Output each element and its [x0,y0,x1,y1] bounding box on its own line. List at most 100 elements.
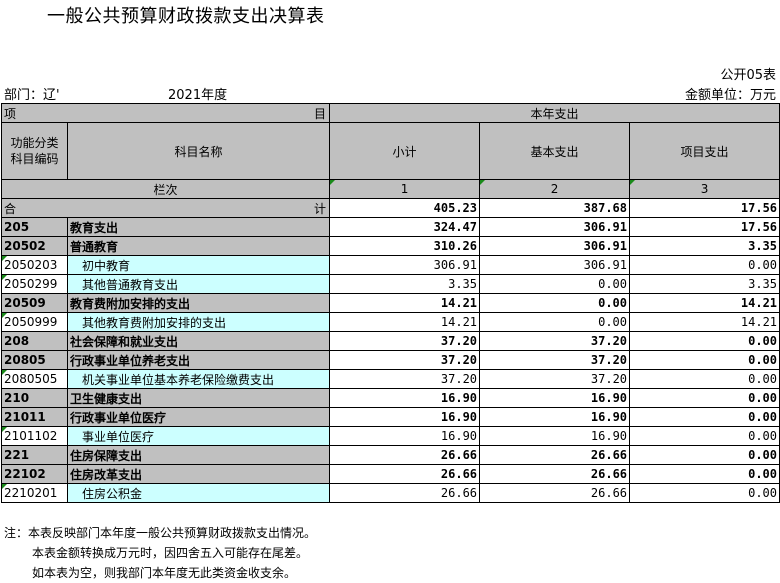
fiscal-year: 2021年度 [168,88,228,103]
header-row-2: 功能分类 科目编码 科目名称 小计 基本支出 项目支出 [1,122,780,180]
value-project: 0.00 [629,331,780,351]
subject-name: 教育费附加安排的支出 [66,293,331,313]
subject-code: 2210201 [1,483,68,503]
lanci-num-2: 2 [550,182,559,196]
table-row: 205 教育支出 324.47 306.91 17.56 [1,217,780,237]
amount-unit: 金额单位：万元 [684,88,776,103]
table-row: 2080505 机关事业单位基本养老保险缴费支出 37.20 37.20 0.00 [1,369,780,389]
total-label-left: 合 [4,201,17,216]
comment-marker-icon [2,256,7,261]
lanci-col-2: 2 [479,179,631,199]
lanci-row: 栏次 1 2 3 [0,179,780,199]
header-project: 项目支出 [629,122,780,180]
header-mu-label: 目 [314,107,327,121]
header-basic: 基本支出 [479,122,631,180]
comment-marker-icon [630,180,636,185]
comment-marker-icon [480,180,486,185]
value-subtotal: 310.26 [329,236,481,256]
comment-marker-icon [2,313,7,318]
value-basic: 16.90 [479,388,631,408]
total-project: 17.56 [629,198,780,218]
value-basic: 306.91 [479,236,631,256]
value-subtotal: 3.35 [329,274,481,294]
value-subtotal: 14.21 [329,312,481,332]
comment-marker-icon [2,275,7,280]
total-subtotal: 405.23 [329,198,481,218]
total-basic: 387.68 [479,198,631,218]
table-row: 2050203 初中教育 306.91 306.91 0.00 [1,255,780,275]
subject-code-text: 20502 [4,239,46,253]
department-label: 部门：辽' [4,88,60,103]
subject-code: 221 [1,445,68,465]
value-project: 0.00 [629,407,780,427]
comment-marker-icon [2,370,7,375]
subject-code: 2050203 [1,255,68,275]
subject-code: 210 [1,388,68,408]
subject-code-text: 20805 [4,353,46,367]
value-project: 0.00 [629,369,780,389]
value-basic: 37.20 [479,369,631,389]
value-project: 0.00 [629,255,780,275]
value-project: 0.00 [629,350,780,370]
subject-name: 普通教育 [66,236,331,256]
value-project: 0.00 [629,388,780,408]
lanci-col-3: 3 [629,179,780,199]
subject-code: 2050999 [1,312,68,332]
table-row: 22102 住房改革支出 26.66 26.66 0.00 [1,464,780,484]
value-project: 14.21 [629,293,780,313]
expenditure-table: 项 目 本年支出 功能分类 科目编码 科目名称 小计 基本支出 项目支出 栏次 … [0,103,780,503]
header-row-1: 项 目 本年支出 [0,103,780,123]
value-project: 3.35 [629,236,780,256]
value-basic: 0.00 [479,274,631,294]
subject-code-text: 22102 [4,467,46,481]
subject-code: 20509 [1,293,68,313]
value-subtotal: 324.47 [329,217,481,237]
note-1: 注：本表反映部门本年度一般公共预算财政拨款支出情况。 [4,526,317,540]
subject-name: 住房公积金 [66,483,331,503]
form-number: 公开05表 [720,68,776,83]
header-item-cell: 项 目 [0,103,331,123]
header-name: 科目名称 [66,122,331,180]
table-row: 20509 教育费附加安排的支出 14.21 0.00 14.21 [1,293,780,313]
total-label-cell: 合 计 [0,198,331,218]
table-row: 20502 普通教育 310.26 306.91 3.35 [1,236,780,256]
comment-marker-icon [2,427,7,432]
total-label-right: 计 [314,202,327,216]
subject-code-text: 221 [4,448,30,462]
subject-code: 2050299 [1,274,68,294]
subject-code-text: 2101102 [4,429,58,443]
table-row: 2050299 其他普通教育支出 3.35 0.00 3.35 [1,274,780,294]
value-project: 17.56 [629,217,780,237]
subject-code-text: 2050299 [4,277,58,291]
subject-name: 机关事业单位基本养老保险缴费支出 [66,369,331,389]
note-3: 如本表为空，则我部门本年度无此类资金收支余。 [32,566,297,580]
value-project: 3.35 [629,274,780,294]
header-subtotal: 小计 [329,122,481,180]
value-project: 0.00 [629,483,780,503]
page-title: 一般公共预算财政拨款支出决算表 [47,6,325,27]
table-row: 20805 行政事业单位养老支出 37.20 37.20 0.00 [1,350,780,370]
value-basic: 26.66 [479,464,631,484]
table-row: 21011 行政事业单位医疗 16.90 16.90 0.00 [1,407,780,427]
subject-name: 其他教育费附加安排的支出 [66,312,331,332]
value-basic: 306.91 [479,217,631,237]
value-subtotal: 26.66 [329,445,481,465]
lanci-label: 栏次 [0,179,331,199]
table-row: 208 社会保障和就业支出 37.20 37.20 0.00 [1,331,780,351]
value-project: 0.00 [629,426,780,446]
subject-code-text: 2050203 [4,258,58,272]
value-basic: 16.90 [479,426,631,446]
value-project: 0.00 [629,464,780,484]
value-subtotal: 26.66 [329,483,481,503]
value-project: 0.00 [629,445,780,465]
subject-code-text: 2050999 [4,315,58,329]
subject-code: 21011 [1,407,68,427]
subject-code: 205 [1,217,68,237]
comment-marker-icon [330,180,336,185]
subject-code-text: 20509 [4,296,46,310]
header-item-label: 项 [4,106,17,121]
subject-code: 2080505 [1,369,68,389]
value-subtotal: 37.20 [329,331,481,351]
value-subtotal: 37.20 [329,350,481,370]
subject-code: 22102 [1,464,68,484]
